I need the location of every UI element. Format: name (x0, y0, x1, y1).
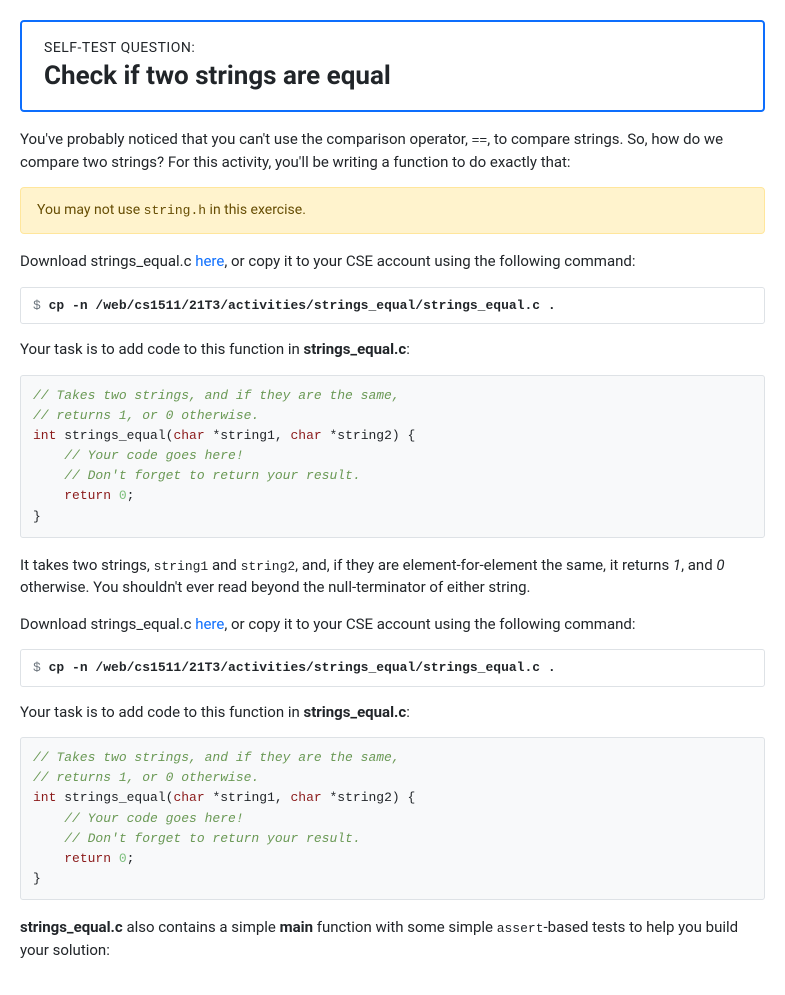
download-post: , or copy it to your CSE account using t… (224, 252, 635, 270)
download-paragraph-2: Download strings_equal.c here, or copy i… (20, 613, 765, 636)
desc-one: 1 (673, 556, 681, 574)
desc-zero: 0 (716, 556, 724, 574)
code-comment-1b: // Takes two strings, and if they are th… (33, 750, 400, 765)
task-paragraph-2: Your task is to add code to this functio… (20, 701, 765, 724)
close-brace: } (33, 509, 41, 524)
desc-p3: , and, if they are element-for-element t… (295, 556, 673, 574)
warning-pre: You may not use (37, 202, 144, 218)
kw-char-2: char (290, 428, 321, 443)
prompt-2: $ (33, 660, 49, 675)
desc-p4: , and (681, 556, 716, 574)
code-comment-4b: // Don't forget to return your result. (33, 831, 361, 846)
code-comment-2b: // returns 1, or 0 otherwise. (33, 770, 259, 785)
space (111, 488, 119, 503)
fn-name-b: strings_equal( (56, 790, 173, 805)
code-comment-3b: // Your code goes here! (33, 811, 244, 826)
zero-b: 0 (119, 851, 127, 866)
footer-file: strings_equal.c (20, 918, 123, 936)
task-paragraph-1: Your task is to add code to this functio… (20, 338, 765, 361)
question-card: SELF-TEST QUESTION: Check if two strings… (20, 20, 765, 112)
footer-p1: also contains a simple (123, 918, 280, 936)
download-pre-2: Download strings_equal.c (20, 615, 195, 633)
semi-b: ; (127, 851, 135, 866)
desc-s2: string2 (241, 559, 296, 574)
zero: 0 (119, 488, 127, 503)
footer-assert: assert (497, 921, 544, 936)
indent (33, 488, 64, 503)
desc-p2: and (208, 556, 240, 574)
question-title: Check if two strings are equal (44, 61, 741, 92)
code-comment-2: // returns 1, or 0 otherwise. (33, 408, 259, 423)
close-brace-b: } (33, 871, 41, 886)
kw-char-1: char (173, 428, 204, 443)
intro-paragraph: You've probably noticed that you can't u… (20, 128, 765, 173)
command-block-1: $ cp -n /web/cs1511/21T3/activities/stri… (20, 287, 765, 325)
fn-name: strings_equal( (56, 428, 173, 443)
desc-s1: string1 (154, 559, 209, 574)
kw-char-2b: char (290, 790, 321, 805)
kw-return-b: return (64, 851, 111, 866)
desc-p5: otherwise. You shouldn't ever read beyon… (20, 578, 530, 596)
operator-code: == (472, 133, 488, 148)
arg2: *string2) { (322, 428, 416, 443)
arg2-b: *string2) { (322, 790, 416, 805)
code-block-1: // Takes two strings, and if they are th… (20, 375, 765, 538)
code-comment-4: // Don't forget to return your result. (33, 468, 361, 483)
download-link-2[interactable]: here (195, 615, 224, 633)
footer-p2: function with some simple (313, 918, 497, 936)
task-pre-2: Your task is to add code to this functio… (20, 703, 303, 721)
footer-paragraph: strings_equal.c also contains a simple m… (20, 916, 765, 961)
semi: ; (127, 488, 135, 503)
warning-alert: You may not use string.h in this exercis… (20, 187, 765, 234)
code-block-2: // Takes two strings, and if they are th… (20, 737, 765, 900)
footer-main: main (280, 918, 313, 936)
space-b (111, 851, 119, 866)
kw-int-b: int (33, 790, 56, 805)
code-comment-3: // Your code goes here! (33, 448, 244, 463)
code-comment-1: // Takes two strings, and if they are th… (33, 388, 400, 403)
warning-post: in this exercise. (206, 202, 306, 218)
task-pre: Your task is to add code to this functio… (20, 340, 303, 358)
command-text: cp -n /web/cs1511/21T3/activities/string… (49, 298, 556, 313)
command-block-2: $ cp -n /web/cs1511/21T3/activities/stri… (20, 649, 765, 687)
task-file-2: strings_equal.c (303, 703, 406, 721)
download-link[interactable]: here (195, 252, 224, 270)
description-paragraph: It takes two strings, string1 and string… (20, 554, 765, 599)
arg1-b: *string1, (205, 790, 291, 805)
kw-char-1b: char (173, 790, 204, 805)
arg1: *string1, (205, 428, 291, 443)
download-pre: Download strings_equal.c (20, 252, 195, 270)
download-post-2: , or copy it to your CSE account using t… (224, 615, 635, 633)
indent-b (33, 851, 64, 866)
question-label: SELF-TEST QUESTION: (44, 38, 741, 59)
intro-text-1: You've probably noticed that you can't u… (20, 130, 472, 148)
desc-p1: It takes two strings, (20, 556, 154, 574)
kw-return: return (64, 488, 111, 503)
task-post-2: : (406, 703, 410, 721)
warning-code: string.h (144, 203, 206, 218)
prompt: $ (33, 298, 49, 313)
command-text-2: cp -n /web/cs1511/21T3/activities/string… (49, 660, 556, 675)
task-post: : (406, 340, 410, 358)
download-paragraph-1: Download strings_equal.c here, or copy i… (20, 250, 765, 273)
kw-int: int (33, 428, 56, 443)
task-file: strings_equal.c (303, 340, 406, 358)
